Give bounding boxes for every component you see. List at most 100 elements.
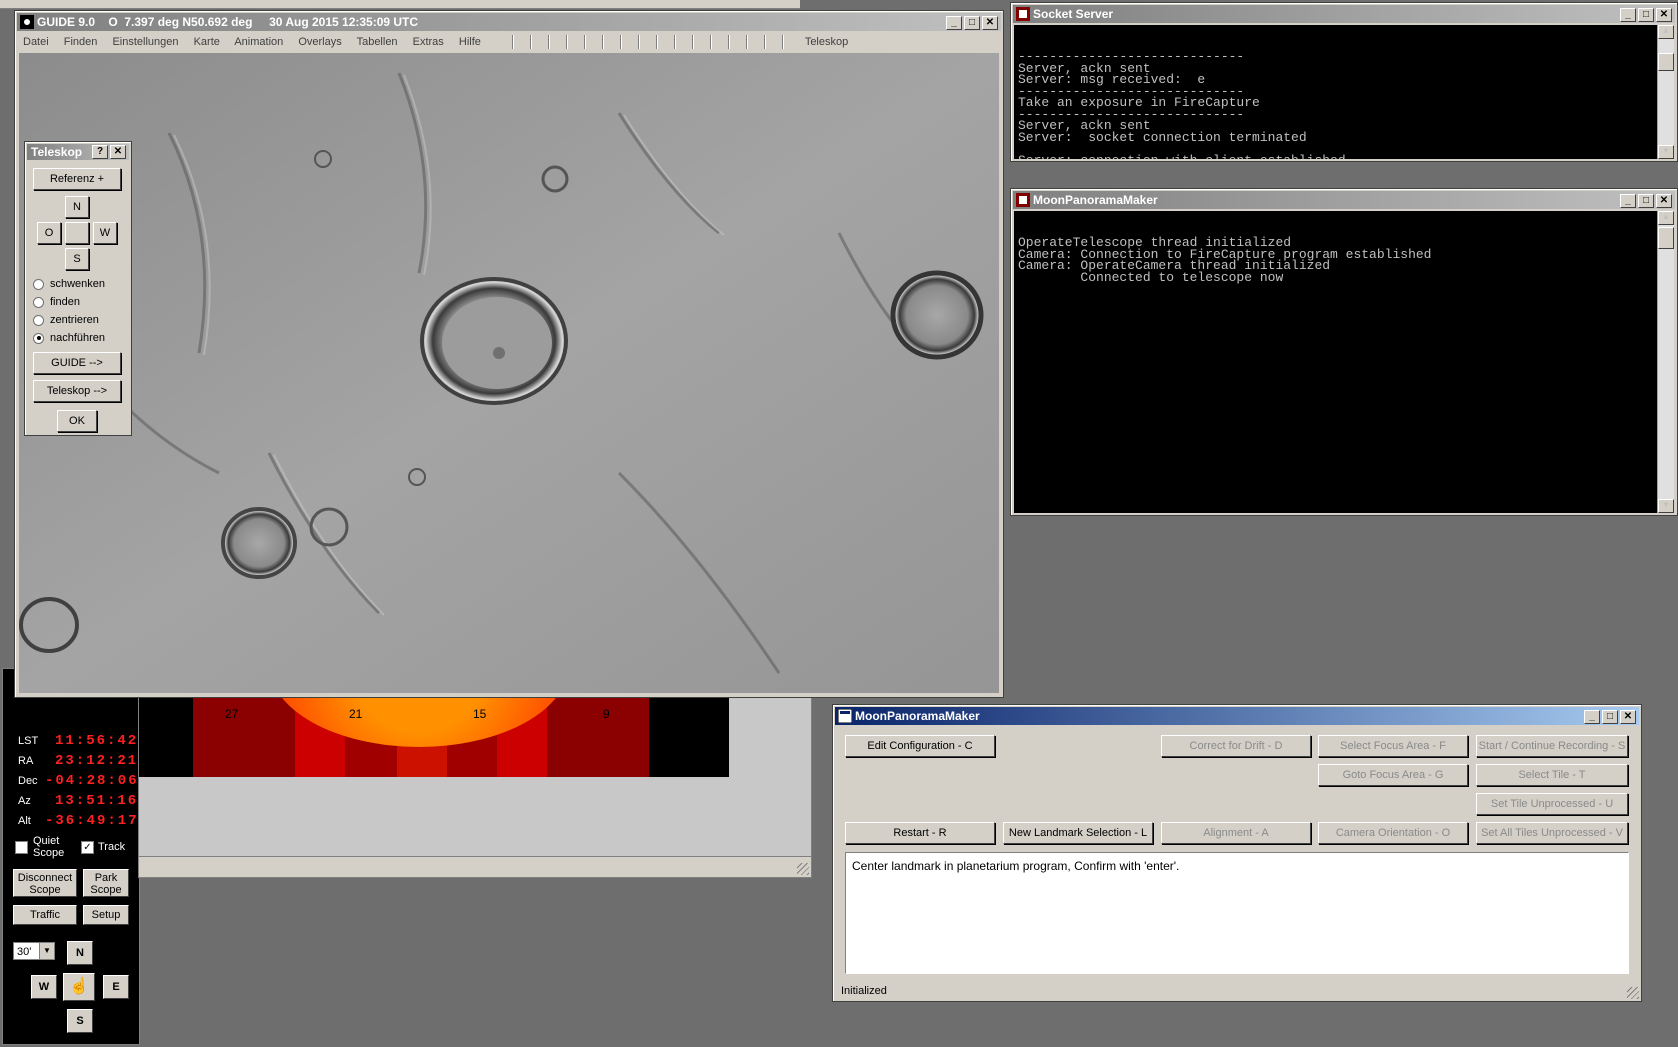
alt-label: Alt <box>18 815 31 827</box>
menu-extras[interactable]: Extras <box>413 36 444 48</box>
slew-west-button[interactable]: W <box>31 975 57 999</box>
dir-o-button[interactable]: O <box>37 222 61 244</box>
scroll-down-icon[interactable]: ▼ <box>1658 145 1674 159</box>
teleskop-forward-button[interactable]: Teleskop --> <box>33 380 121 402</box>
help-button[interactable]: ? <box>92 145 108 159</box>
camera-orientation-button[interactable]: Camera Orientation - O <box>1318 822 1468 844</box>
set-tile-unprocessed-button[interactable]: Set Tile Unprocessed - U <box>1476 793 1628 815</box>
slew-south-button[interactable]: S <box>67 1009 93 1033</box>
dir-center-button[interactable] <box>65 222 89 244</box>
menu-animation[interactable]: Animation <box>234 36 283 48</box>
edit-configuration-button[interactable]: Edit Configuration - C <box>845 735 995 757</box>
menu-hilfe[interactable]: Hilfe <box>459 36 481 48</box>
menu-tabellen[interactable]: Tabellen <box>357 36 398 48</box>
menu-teleskop[interactable]: Teleskop <box>805 36 848 48</box>
mpm-main-titlebar: MoonPanoramaMaker _ □ ✕ <box>835 707 1639 725</box>
dir-w-button[interactable]: W <box>93 222 117 244</box>
resize-grip-icon[interactable] <box>797 863 809 875</box>
chevron-down-icon[interactable]: ▼ <box>39 943 54 959</box>
alt-value: -36:49:17 <box>45 813 139 829</box>
socket-server-console[interactable]: ----------------------------- Server, ack… <box>1014 25 1674 159</box>
console-scrollbar[interactable]: ▲ ▼ <box>1657 211 1674 513</box>
heatmap-label-9: 9 <box>603 707 610 721</box>
setup-button[interactable]: Setup <box>83 905 129 925</box>
guide-menubar: Datei Finden Einstellungen Karte Animati… <box>19 33 999 51</box>
maximize-button[interactable]: □ <box>1602 710 1618 724</box>
guide-titlebar: GUIDE 9.0 O 7.397 deg N50.692 deg 30 Aug… <box>17 13 1001 31</box>
mpm-main-title: MoonPanoramaMaker <box>855 709 980 723</box>
close-button[interactable]: ✕ <box>1620 710 1636 724</box>
disconnect-scope-button[interactable]: Disconnect Scope <box>13 869 77 897</box>
background-window-strip <box>0 0 800 9</box>
mpm-console-titlebar: MoonPanoramaMaker _ □ ✕ <box>1013 191 1675 209</box>
scroll-down-icon[interactable]: ▼ <box>1658 499 1674 513</box>
select-tile-button[interactable]: Select Tile - T <box>1476 764 1628 786</box>
resize-grip-icon[interactable] <box>1627 987 1639 999</box>
alignment-button[interactable]: Alignment - A <box>1161 822 1311 844</box>
referenz-button[interactable]: Referenz + <box>33 168 121 190</box>
pointer-hand-icon[interactable]: ☝ <box>63 973 95 1001</box>
new-landmark-button[interactable]: New Landmark Selection - L <box>1003 822 1153 844</box>
track-checkbox[interactable]: ✓ <box>81 841 94 854</box>
scroll-up-icon[interactable]: ▲ <box>1658 211 1674 225</box>
slew-north-button[interactable]: N <box>67 941 93 965</box>
select-focus-area-button[interactable]: Select Focus Area - F <box>1318 735 1468 757</box>
close-icon[interactable]: ✕ <box>110 145 126 159</box>
start-recording-button[interactable]: Start / Continue Recording - S <box>1476 735 1628 757</box>
close-button[interactable]: ✕ <box>982 16 998 30</box>
traffic-button[interactable]: Traffic <box>13 905 77 925</box>
minimize-button[interactable]: _ <box>1620 194 1636 208</box>
menu-overlays[interactable]: Overlays <box>298 36 341 48</box>
dir-n-button[interactable]: N <box>65 196 89 218</box>
toolbar-icons <box>495 35 796 50</box>
scope-control-panel: LST 11:56:42 RA 23:12:21 Dec -04:28:06 A… <box>2 668 140 1045</box>
scroll-up-icon[interactable]: ▲ <box>1658 25 1674 39</box>
menu-finden[interactable]: Finden <box>64 36 98 48</box>
guide-forward-button[interactable]: GUIDE --> <box>33 352 121 374</box>
socket-line: Server: socket connection terminated <box>1018 129 1307 145</box>
restart-button[interactable]: Restart - R <box>845 822 995 844</box>
quiet-scope-checkbox[interactable] <box>15 841 28 854</box>
menu-datei[interactable]: Datei <box>19 36 49 48</box>
zoom-select[interactable]: 30' ▼ <box>13 942 55 960</box>
menu-einstellungen[interactable]: Einstellungen <box>112 36 178 48</box>
maximize-button[interactable]: □ <box>964 16 980 30</box>
minimize-button[interactable]: _ <box>1584 710 1600 724</box>
mpm-console[interactable]: OperateTelescope thread initialized Camer… <box>1014 211 1674 513</box>
mpm-console-window: MoonPanoramaMaker _ □ ✕ OperateTelescope… <box>1010 188 1678 516</box>
slew-east-button[interactable]: E <box>103 975 129 999</box>
dec-label: Dec <box>18 775 38 787</box>
socket-server-title: Socket Server <box>1033 7 1114 21</box>
az-label: Az <box>18 795 31 807</box>
message-textarea[interactable]: Center landmark in planetarium program, … <box>845 852 1629 974</box>
console-app-icon <box>1016 7 1030 21</box>
guide-window: GUIDE 9.0 O 7.397 deg N50.692 deg 30 Aug… <box>14 10 1004 698</box>
teleskop-titlebar: Teleskop ? ✕ <box>27 144 129 160</box>
minimize-button[interactable]: _ <box>946 16 962 30</box>
menu-karte[interactable]: Karte <box>194 36 220 48</box>
goto-focus-area-button[interactable]: Goto Focus Area - G <box>1318 764 1468 786</box>
minimize-button[interactable]: _ <box>1620 8 1636 22</box>
dir-s-button[interactable]: S <box>65 248 89 270</box>
status-text: Initialized <box>841 985 887 997</box>
close-button[interactable]: ✕ <box>1656 8 1672 22</box>
console-app-icon <box>1016 193 1030 207</box>
set-all-tiles-unprocessed-button[interactable]: Set All Tiles Unprocessed - V <box>1476 822 1628 844</box>
maximize-button[interactable]: □ <box>1638 194 1654 208</box>
maximize-button[interactable]: □ <box>1638 8 1654 22</box>
teleskop-title: Teleskop <box>31 145 83 159</box>
moon-image[interactable] <box>19 53 999 693</box>
mode-finden[interactable]: finden <box>33 296 80 308</box>
mode-nachfuehren[interactable]: nachführen <box>33 332 105 344</box>
mode-zentrieren[interactable]: zentrieren <box>33 314 99 326</box>
correct-drift-button[interactable]: Correct for Drift - D <box>1161 735 1311 757</box>
ok-button[interactable]: OK <box>57 410 97 432</box>
park-scope-button[interactable]: Park Scope <box>83 869 129 897</box>
console-scrollbar[interactable]: ▲ ▼ <box>1657 25 1674 159</box>
heatmap-label-15: 15 <box>473 707 487 721</box>
mode-schwenken[interactable]: schwenken <box>33 278 105 290</box>
close-button[interactable]: ✕ <box>1656 194 1672 208</box>
scroll-thumb[interactable] <box>1658 227 1674 249</box>
heatmap-window: 27 21 15 9 <box>138 581 812 878</box>
scroll-thumb[interactable] <box>1658 53 1674 71</box>
